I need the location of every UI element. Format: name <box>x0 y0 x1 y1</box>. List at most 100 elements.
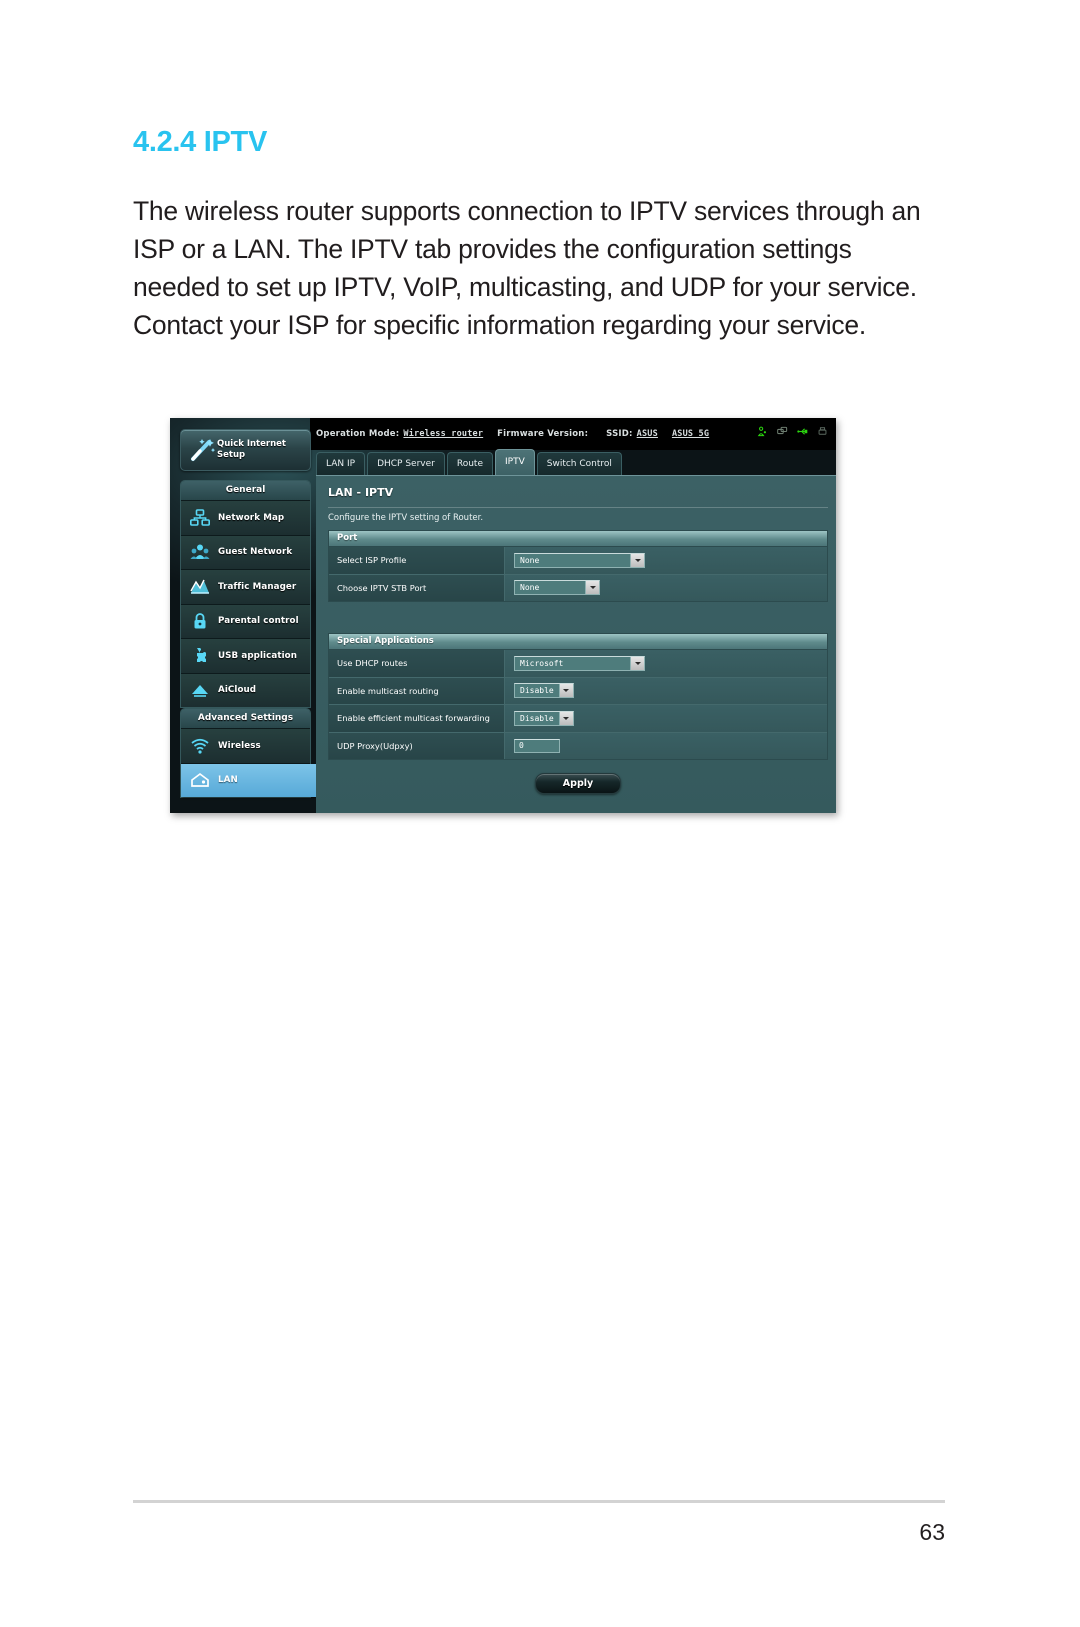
section-special-applications: Special Applications Use DHCP routes Mic… <box>328 633 828 760</box>
sidebar-item-usb-application[interactable]: USB application <box>181 639 310 674</box>
label-udp-proxy: UDP Proxy(Udpxy) <box>329 732 505 759</box>
lan-home-icon <box>188 768 212 792</box>
router-ui-screenshot: Operation Mode: Wireless router Firmware… <box>170 418 836 813</box>
sidebar-item-wireless[interactable]: Wireless <box>181 729 310 764</box>
nav-header-advanced: Advanced Settings <box>181 709 310 729</box>
panel-divider <box>328 507 828 508</box>
chevron-down-icon[interactable] <box>630 553 644 567</box>
iptv-panel: LAN - IPTV Configure the IPTV setting of… <box>316 475 836 813</box>
section-heading: 4.2.4 IPTV <box>133 126 268 158</box>
tab-route[interactable]: Route <box>446 452 493 475</box>
row-select-isp-profile: Select ISP Profile None <box>329 547 827 575</box>
page-number: 63 <box>919 1519 945 1545</box>
enable-efficient-multicast-forwarding-value: Disable <box>520 713 554 723</box>
udp-proxy-input[interactable]: 0 <box>514 738 560 753</box>
tab-switch-control[interactable]: Switch Control <box>536 452 622 475</box>
tab-dhcp-server[interactable]: DHCP Server <box>367 452 445 475</box>
footer-divider <box>133 1500 945 1503</box>
sidebar-item-network-map[interactable]: Network Map <box>181 501 310 536</box>
row-udp-proxy: UDP Proxy(Udpxy) 0 <box>329 732 827 760</box>
nav-group-advanced: Advanced Settings Wireless LAN <box>180 708 320 798</box>
chevron-down-icon[interactable] <box>585 581 599 595</box>
row-enable-efficient-multicast-forwarding: Enable efficient multicast forwarding Di… <box>329 705 827 733</box>
label-select-isp-profile: Select ISP Profile <box>329 547 505 574</box>
section-port: Port Select ISP Profile None Choose IPTV… <box>328 530 828 602</box>
apply-button[interactable]: Apply <box>535 773 621 794</box>
control-cell-use-dhcp-routes: Microsoft <box>505 650 827 677</box>
router-topbar: Operation Mode: Wireless router Firmware… <box>310 418 836 450</box>
tab-lan-ip[interactable]: LAN IP <box>316 452 366 475</box>
label-enable-efficient-multicast-forwarding: Enable efficient multicast forwarding <box>329 705 505 732</box>
operation-mode-value[interactable]: Wireless router <box>403 429 483 439</box>
printer-icon[interactable] <box>817 426 828 437</box>
enable-multicast-routing-value: Disable <box>520 686 554 696</box>
quick-internet-setup-label: Quick Internet Setup <box>217 439 286 461</box>
traffic-manager-icon <box>188 575 212 599</box>
sidebar-item-parental-control[interactable]: Parental control <box>181 604 310 639</box>
usb-puzzle-icon <box>188 644 212 668</box>
chevron-down-icon[interactable] <box>630 656 644 670</box>
padlock-icon <box>188 609 212 633</box>
choose-iptv-stb-port-value: None <box>520 583 540 593</box>
tab-bar: LAN IP DHCP Server Route IPTV Switch Con… <box>316 449 624 475</box>
sidebar-item-traffic-manager[interactable]: Traffic Manager <box>181 570 310 605</box>
sidebar-label-lan: LAN <box>218 775 238 786</box>
sidebar-label-guest-network: Guest Network <box>218 547 293 558</box>
control-cell-enable-multicast-routing: Disable <box>505 678 827 705</box>
nav-header-general: General <box>181 481 310 501</box>
quick-internet-setup-button[interactable]: Quick Internet Setup <box>180 429 311 471</box>
network-clients-icon[interactable] <box>777 426 788 437</box>
select-isp-profile-dropdown[interactable]: None <box>514 552 645 568</box>
usb-icon[interactable] <box>797 426 808 437</box>
enable-efficient-multicast-forwarding-dropdown[interactable]: Disable <box>514 710 574 726</box>
guest-network-icon <box>188 540 212 564</box>
control-cell-enable-efficient-multicast-forwarding: Disable <box>505 705 827 732</box>
ssid-label: SSID: <box>606 429 633 439</box>
chevron-down-icon[interactable] <box>558 684 573 698</box>
section-body-text: The wireless router supports connection … <box>133 196 921 340</box>
sidebar-label-usb-application: USB application <box>218 650 298 661</box>
sidebar-item-lan[interactable]: LAN <box>181 763 320 797</box>
firmware-version-label: Firmware Version: <box>497 429 589 439</box>
sidebar-label-parental-control: Parental control <box>218 616 299 627</box>
use-dhcp-routes-dropdown[interactable]: Microsoft <box>514 655 645 671</box>
row-choose-iptv-stb-port: Choose IPTV STB Port None <box>329 574 827 602</box>
sidebar-item-aicloud[interactable]: AiCloud <box>181 673 310 707</box>
control-cell-udp-proxy: 0 <box>505 733 827 760</box>
control-cell-select-isp-profile: None <box>505 547 827 574</box>
enable-multicast-routing-dropdown[interactable]: Disable <box>514 683 574 699</box>
qis-line2: Setup <box>217 450 246 460</box>
section-header-port: Port <box>329 531 827 547</box>
use-dhcp-routes-value: Microsoft <box>520 658 564 668</box>
choose-iptv-stb-port-dropdown[interactable]: None <box>514 580 600 596</box>
document-page: 4.2.4 IPTV The wireless router supports … <box>0 0 1080 1627</box>
ssid-value-2g[interactable]: ASUS <box>637 429 658 439</box>
label-use-dhcp-routes: Use DHCP routes <box>329 650 505 677</box>
sidebar-label-traffic-manager: Traffic Manager <box>218 581 297 592</box>
router-sidebar: Quick Internet Setup General Network Map <box>170 418 320 813</box>
ssid-value-5g[interactable]: ASUS_5G <box>672 429 709 439</box>
sidebar-label-aicloud: AiCloud <box>218 685 257 696</box>
label-choose-iptv-stb-port: Choose IPTV STB Port <box>329 574 505 601</box>
panel-title: LAN - IPTV <box>328 486 394 499</box>
row-use-dhcp-routes: Use DHCP routes Microsoft <box>329 650 827 678</box>
select-isp-profile-value: None <box>520 555 540 565</box>
chevron-down-icon[interactable] <box>558 711 573 725</box>
network-map-icon <box>188 506 212 530</box>
tab-iptv[interactable]: IPTV <box>495 449 535 475</box>
control-cell-choose-iptv-stb-port: None <box>505 575 827 602</box>
section-header-special-applications: Special Applications <box>329 634 827 650</box>
apply-button-row: Apply <box>328 773 828 794</box>
aicloud-icon <box>188 678 212 702</box>
router-status-icons <box>757 426 828 437</box>
sidebar-label-network-map: Network Map <box>218 512 285 523</box>
magic-wand-icon <box>191 439 216 461</box>
nav-group-general: General Network Map Guest Network Traffi… <box>180 480 311 708</box>
qis-line1: Quick Internet <box>217 439 286 449</box>
user-group-icon[interactable] <box>757 426 768 437</box>
wifi-icon <box>188 734 212 758</box>
sidebar-item-guest-network[interactable]: Guest Network <box>181 535 310 570</box>
label-enable-multicast-routing: Enable multicast routing <box>329 677 505 704</box>
operation-mode-label: Operation Mode: <box>316 429 400 439</box>
router-content: LAN IP DHCP Server Route IPTV Switch Con… <box>310 449 836 813</box>
